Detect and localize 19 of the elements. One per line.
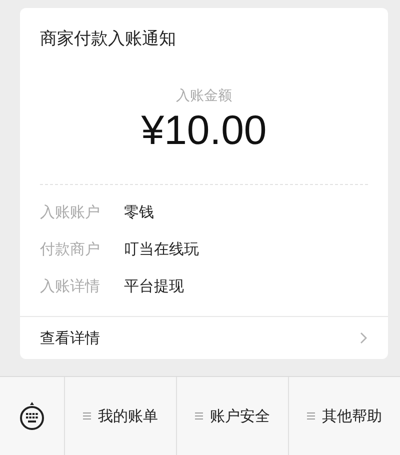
detail-value: 零钱 [124,202,154,222]
amount-value: ¥10.00 [140,107,268,153]
view-details-link[interactable]: 查看详情 [20,316,388,359]
menu-icon [307,412,315,420]
amount-label: 入账金额 [175,87,233,105]
detail-label: 入账详情 [40,276,101,296]
detail-value: 平台提现 [124,276,184,296]
card-title: 商家付款入账通知 [40,28,177,50]
menu-icon [83,412,91,420]
menu-button[interactable]: 我的账单 [65,377,177,455]
menu-button[interactable]: 其他帮助 [289,377,400,455]
link-text: 查看详情 [40,328,100,348]
chevron-icon [360,332,368,344]
detail-value: 叮当在线玩 [124,239,199,259]
menu-button[interactable]: 账户安全 [177,377,289,455]
detail-label: 入账账户 [40,202,101,222]
menu-icon [195,412,203,420]
keyboard-icon[interactable] [19,401,45,431]
detail-label: 付款商户 [40,239,101,259]
